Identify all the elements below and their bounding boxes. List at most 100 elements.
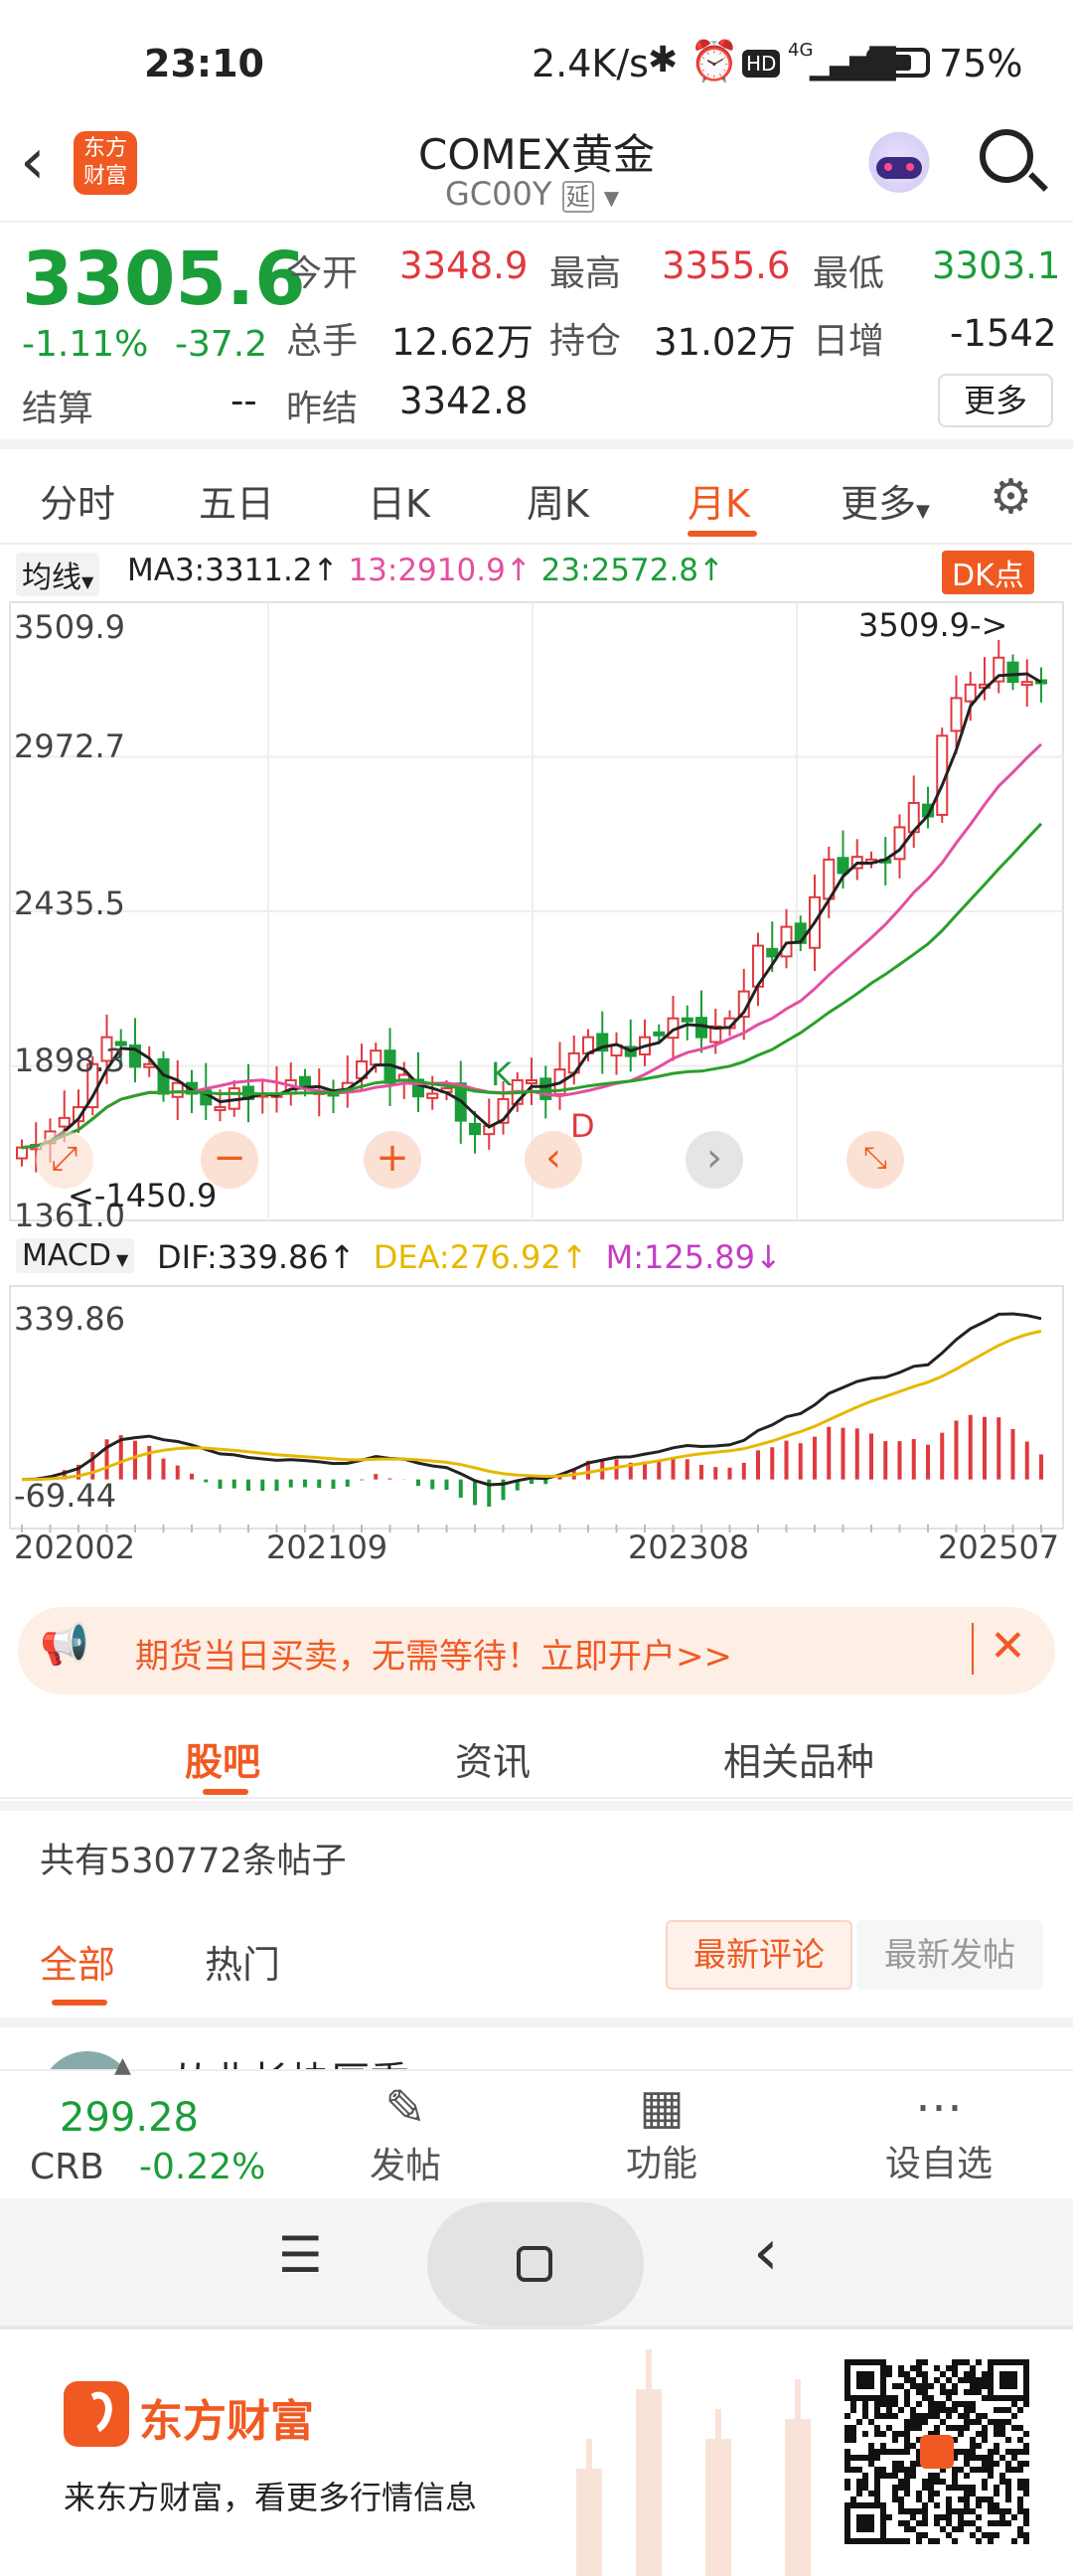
ticker-name[interactable]: CRB (30, 2147, 104, 2187)
function-button[interactable]: ▦ 功能 (600, 2079, 723, 2194)
tab-intraday[interactable]: 分时 (40, 473, 115, 528)
scroll-right-button[interactable]: › (686, 1131, 743, 1189)
qr-module (1023, 2443, 1029, 2449)
back-icon[interactable]: ‹ (753, 2216, 779, 2290)
qr-module (898, 2365, 904, 2371)
qr-module (994, 2491, 999, 2496)
qr-module (844, 2502, 850, 2508)
ma-selector[interactable]: 均线▼ (16, 553, 100, 596)
tab-five-day[interactable]: 五日 (199, 473, 274, 528)
qr-module (898, 2502, 904, 2508)
zoom-out-button[interactable]: − (201, 1131, 258, 1189)
quote-panel: 3305.6 -1.11% -37.2 今开 3348.9 最高 3355.6 … (0, 225, 1073, 449)
tab-more[interactable]: 更多▼ (841, 473, 930, 528)
ticker-change[interactable]: -0.22% (139, 2147, 265, 2187)
qr-module (1011, 2455, 1017, 2461)
qr-module (886, 2395, 892, 2401)
chevron-up-icon[interactable]: ▲ (114, 2053, 131, 2078)
kline-chart[interactable] (0, 545, 1073, 1583)
tab-daily-k[interactable]: 日K (368, 473, 430, 528)
qr-module (916, 2365, 922, 2371)
qr-module (850, 2496, 856, 2502)
qr-module (844, 2425, 850, 2431)
assistant-robot-icon[interactable] (862, 129, 936, 203)
qr-module (904, 2520, 910, 2526)
sort-latest-post[interactable]: 最新发帖 (856, 1920, 1043, 1990)
qr-module (856, 2526, 862, 2532)
qr-module (922, 2479, 928, 2485)
tab-forum[interactable]: 股吧 (185, 1731, 260, 1786)
qr-module (850, 2467, 856, 2473)
menu-icon[interactable]: ☰ (278, 2226, 323, 2284)
qr-module (874, 2413, 880, 2419)
qr-module (868, 2455, 874, 2461)
qr-module (976, 2455, 982, 2461)
qr-module (880, 2449, 886, 2455)
promo-banner[interactable]: 📢 期货当日买卖，无需等待！立即开户>> ✕ (18, 1607, 1055, 1694)
qr-module (904, 2443, 910, 2449)
qr-module (880, 2389, 886, 2395)
qr-module (892, 2461, 898, 2467)
dropdown-icon[interactable]: ▼ (604, 186, 619, 210)
home-button[interactable] (427, 2202, 644, 2326)
fullscreen-icon[interactable]: ⤡ (846, 1131, 904, 1189)
qr-module (898, 2485, 904, 2491)
qr-module (922, 2413, 928, 2419)
qr-module (1017, 2359, 1023, 2365)
qr-module (964, 2485, 970, 2491)
qr-module (844, 2485, 850, 2491)
qr-module (928, 2491, 934, 2496)
more-button[interactable]: 更多 (938, 374, 1053, 427)
last-price: 3305.6 (22, 237, 306, 322)
search-icon[interactable] (980, 129, 1048, 192)
zoom-in-button[interactable]: + (364, 1131, 421, 1189)
add-watchlist-button[interactable]: ⋯ 设自选 (864, 2079, 1013, 2194)
qr-module (1023, 2538, 1029, 2544)
qr-module (844, 2437, 850, 2443)
candle-body (1020, 681, 1033, 687)
candle-body (766, 947, 779, 958)
qr-module (904, 2425, 910, 2431)
qr-module (952, 2407, 958, 2413)
ticker-value[interactable]: 299.28 (60, 2095, 199, 2141)
settings-gear-icon[interactable]: ⚙ (990, 469, 1032, 525)
qr-module (958, 2514, 964, 2520)
qr-module (988, 2461, 994, 2467)
qr-module (844, 2359, 850, 2365)
qr-module (964, 2502, 970, 2508)
post-button[interactable]: ✎ 发帖 (344, 2079, 467, 2194)
qr-module (970, 2467, 976, 2473)
candle-body (964, 683, 977, 703)
qr-module (999, 2455, 1005, 2461)
qr-module (1023, 2479, 1029, 2485)
qr-module (868, 2538, 874, 2544)
qr-module (940, 2389, 946, 2395)
tab-monthly-k[interactable]: 月K (688, 473, 750, 528)
sort-latest-comment[interactable]: 最新评论 (666, 1920, 852, 1990)
qr-module (862, 2359, 868, 2365)
filter-all[interactable]: 全部 (40, 1934, 115, 1989)
qr-module (946, 2389, 952, 2395)
dk-point-button[interactable]: DK点 (942, 551, 1034, 594)
qr-module (970, 2491, 976, 2496)
qr-module (988, 2467, 994, 2473)
indicator-selector[interactable]: MACD ▼ (16, 1238, 135, 1273)
filter-hot[interactable]: 热门 (205, 1934, 280, 1989)
qr-module (970, 2401, 976, 2407)
qr-module (988, 2419, 994, 2425)
decorative-candles (576, 2349, 811, 2576)
signal-marker-k: K (491, 1055, 512, 1093)
qr-module (934, 2473, 940, 2479)
qr-module (994, 2508, 999, 2514)
qr-module (982, 2496, 988, 2502)
tab-news[interactable]: 资讯 (455, 1731, 531, 1786)
scroll-left-button[interactable]: ‹ (525, 1131, 582, 1189)
close-icon[interactable]: ✕ (990, 1621, 1026, 1672)
tab-related[interactable]: 相关品种 (723, 1731, 874, 1786)
qr-module (910, 2383, 916, 2389)
y-tick-label: 3509.9 (14, 608, 125, 646)
tab-weekly-k[interactable]: 周K (527, 473, 589, 528)
qr-module (898, 2431, 904, 2437)
qr-module (844, 2383, 850, 2389)
expand-left-icon[interactable]: ⤢ (36, 1131, 93, 1189)
